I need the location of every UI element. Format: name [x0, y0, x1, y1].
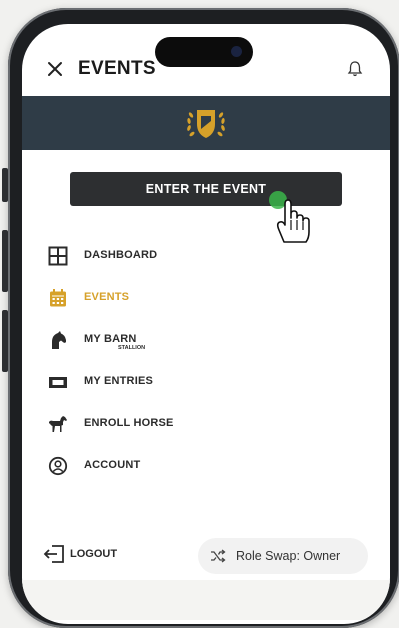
phone-volume-up — [2, 230, 8, 292]
role-swap-label: Role Swap: Owner — [236, 549, 341, 563]
calendar-icon — [50, 289, 66, 307]
hand-pointer-icon — [269, 191, 310, 243]
close-icon[interactable] — [42, 56, 68, 82]
page-title: EVENTS — [78, 58, 156, 79]
camera-icon — [231, 46, 242, 57]
brand-bar — [22, 96, 390, 150]
stallion-badge: STALLION — [118, 345, 146, 351]
background-content-peek — [22, 580, 390, 620]
logout-label: LOGOUT — [70, 548, 118, 560]
horse-head-icon — [52, 331, 66, 349]
menu-item-label: EVENTS — [84, 291, 130, 303]
shuffle-icon — [211, 549, 226, 563]
horse-icon — [49, 416, 67, 432]
menu-item-my-barn[interactable]: MY BARN STALLION — [48, 326, 348, 354]
ticket-icon — [49, 377, 67, 388]
app-screen: EVENTS ENTER THE EVENT DASHBOARD EVENTS … — [22, 24, 390, 624]
menu-item-dashboard[interactable]: DASHBOARD — [48, 242, 348, 270]
menu-item-label: MY ENTRIES — [84, 375, 154, 387]
logout-icon — [43, 545, 64, 563]
menu-item-label: MY BARN — [84, 333, 137, 345]
phone-volume-down — [2, 310, 8, 372]
menu-item-label: ENROLL HORSE — [84, 417, 174, 429]
bell-icon[interactable] — [346, 60, 364, 78]
laurel-shield-logo — [187, 110, 225, 138]
grid-icon — [48, 246, 68, 266]
menu-item-my-entries[interactable]: MY ENTRIES — [48, 368, 348, 396]
menu-item-events[interactable]: EVENTS — [48, 284, 348, 312]
menu-item-label: DASHBOARD — [84, 249, 158, 261]
menu-item-enroll-horse[interactable]: ENROLL HORSE — [48, 410, 348, 438]
phone-side-button — [2, 168, 8, 202]
menu-item-account[interactable]: ACCOUNT — [48, 452, 348, 480]
user-circle-icon — [48, 456, 68, 476]
dynamic-island — [155, 37, 253, 67]
logout-button[interactable]: LOGOUT — [42, 542, 142, 568]
menu-item-label: ACCOUNT — [84, 459, 141, 471]
role-swap-button[interactable]: Role Swap: Owner — [198, 538, 368, 574]
